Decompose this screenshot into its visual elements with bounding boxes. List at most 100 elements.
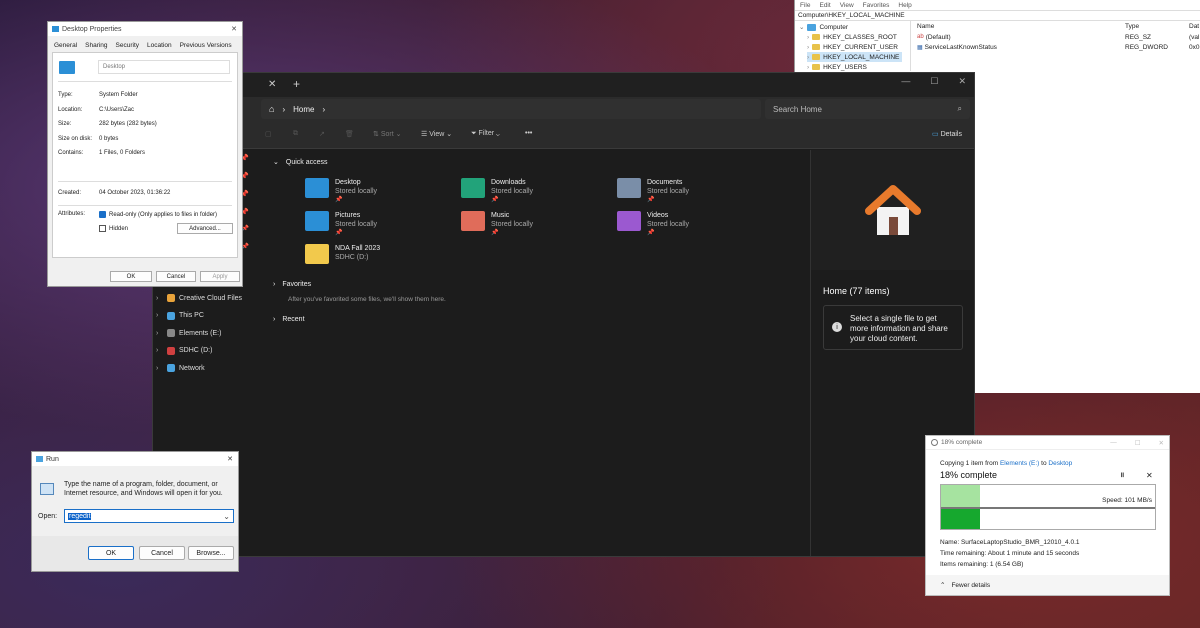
search-box[interactable]: Search Home ⌕ <box>765 99 970 119</box>
cancel-copy-icon[interactable]: ✕ <box>1146 471 1153 480</box>
quick-access-item[interactable]: Downloads Stored locally 📌 <box>461 178 611 205</box>
tab-general[interactable]: General <box>54 42 77 49</box>
menu-view[interactable]: View <box>840 2 854 9</box>
apply-button[interactable]: Apply <box>200 271 240 282</box>
expand-icon[interactable]: › <box>156 347 158 354</box>
expand-icon[interactable]: › <box>807 54 809 61</box>
minimize-icon[interactable]: — <box>901 76 910 87</box>
close-icon[interactable]: ✕ <box>231 25 237 33</box>
value-row[interactable]: ab (Default) <box>917 34 951 41</box>
expand-icon[interactable]: › <box>156 330 158 337</box>
sidebar-item[interactable]: › Creative Cloud Files <box>153 290 255 308</box>
run-icon <box>36 456 43 462</box>
quick-access-item[interactable]: Pictures Stored locally 📌 <box>305 211 455 238</box>
source-link[interactable]: Elements (E:) <box>1000 460 1039 467</box>
destination-link[interactable]: Desktop <box>1048 460 1072 467</box>
value-row[interactable]: ▦ ServiceLastKnownStatus <box>917 44 997 51</box>
tree-hkcr[interactable]: › HKEY_CLASSES_ROOT <box>807 32 897 42</box>
expand-icon[interactable]: › <box>156 295 158 302</box>
recent-header[interactable]: › Recent <box>273 316 305 323</box>
cancel-button[interactable]: Cancel <box>156 271 196 282</box>
maximize-icon[interactable]: ☐ <box>930 76 938 87</box>
cancel-button[interactable]: Cancel <box>139 546 185 560</box>
favorites-header[interactable]: › Favorites <box>273 281 311 288</box>
open-input-value[interactable]: regedit <box>68 512 92 520</box>
readonly-checkbox[interactable]: Read-only (Only applies to files in fold… <box>99 211 217 218</box>
sidebar-item[interactable]: › This PC <box>153 307 255 325</box>
close-icon[interactable]: ✕ <box>227 455 233 463</box>
tab-previous-versions[interactable]: Previous Versions <box>180 42 232 49</box>
ok-button[interactable]: OK <box>88 546 134 560</box>
quick-access-item[interactable]: NDA Fall 2023 SDHC (D:) <box>305 244 455 264</box>
quick-access-item[interactable]: Music Stored locally 📌 <box>461 211 611 238</box>
quick-access-item[interactable]: Desktop Stored locally 📌 <box>305 178 455 205</box>
sidebar-item[interactable]: › Network <box>153 360 255 378</box>
menu-edit[interactable]: Edit <box>819 2 830 9</box>
pin-icon[interactable]: 📌 <box>491 229 533 238</box>
quick-access-item[interactable]: Documents Stored locally 📌 <box>617 178 767 205</box>
menu-favorites[interactable]: Favorites <box>863 2 890 9</box>
minimize-icon[interactable]: — <box>1110 439 1117 447</box>
folder-icon <box>461 178 485 198</box>
tree-computer[interactable]: ⌄ Computer <box>799 22 848 32</box>
col-data[interactable]: Dat <box>1189 23 1199 30</box>
close-icon[interactable]: ✕ <box>1159 439 1164 447</box>
props-titlebar: Desktop Properties ✕ <box>48 22 242 36</box>
col-name[interactable]: Name <box>917 23 934 30</box>
pin-icon[interactable]: 📌 <box>491 196 533 205</box>
copy-icon[interactable]: ⧉ <box>293 130 298 138</box>
tree-hku[interactable]: › HKEY_USERS <box>807 62 867 72</box>
expand-icon[interactable]: › <box>807 44 809 51</box>
pin-icon[interactable]: 📌 <box>335 196 377 205</box>
tab-security[interactable]: Security <box>116 42 139 49</box>
more-options-button[interactable]: ••• <box>525 130 532 137</box>
sidebar-item-label: SDHC (D:) <box>179 347 213 355</box>
pin-icon[interactable]: 📌 <box>335 229 377 238</box>
tree-hklm[interactable]: › HKEY_LOCAL_MACHINE <box>807 52 903 62</box>
open-combobox[interactable]: regedit ⌄ <box>64 509 234 523</box>
filter-button[interactable]: ⏷ Filter ⌄ <box>471 130 500 138</box>
sidebar-item[interactable]: › SDHC (D:) <box>153 342 255 360</box>
menu-file[interactable]: File <box>800 2 810 9</box>
dropdown-icon[interactable]: ⌄ <box>223 512 230 521</box>
tab-location[interactable]: Location <box>147 42 172 49</box>
hidden-checkbox[interactable]: Hidden <box>99 225 128 232</box>
pin-icon[interactable]: 📌 <box>647 229 689 238</box>
pin-icon[interactable]: 📌 <box>647 196 689 205</box>
view-button[interactable]: ☰ View ⌄ <box>421 130 452 138</box>
menu-help[interactable]: Help <box>898 2 911 9</box>
qa-sub: Stored locally <box>647 188 690 195</box>
new-tab-icon[interactable]: + <box>293 77 300 91</box>
address-bar[interactable]: ⌂ › Home › <box>261 99 761 119</box>
value-data: (val <box>1189 34 1200 41</box>
sidebar-item[interactable]: › Elements (E:) <box>153 325 255 343</box>
maximize-icon[interactable]: ☐ <box>1135 439 1141 447</box>
ok-button[interactable]: OK <box>110 271 152 282</box>
tab-sharing[interactable]: Sharing <box>85 42 107 49</box>
share-icon[interactable]: ↗ <box>319 130 325 138</box>
delete-icon[interactable]: 🗑 <box>345 130 354 138</box>
details-pane-button[interactable]: ▭ Details <box>932 130 962 138</box>
browse-button[interactable]: Browse... <box>188 546 234 560</box>
expand-icon[interactable]: › <box>807 64 809 71</box>
pause-icon[interactable]: ॥ <box>1120 471 1124 480</box>
sort-button[interactable]: ⇅ Sort ⌄ <box>373 130 401 138</box>
expand-icon: › <box>273 316 276 323</box>
collapse-icon[interactable]: ⌄ <box>799 23 804 31</box>
col-type[interactable]: Type <box>1125 23 1139 30</box>
fewer-details-toggle[interactable]: ⌃ Fewer details <box>926 575 1169 595</box>
expand-icon[interactable]: › <box>156 312 158 319</box>
expand-icon[interactable]: › <box>807 34 809 41</box>
advanced-button[interactable]: Advanced... <box>177 223 233 234</box>
quick-access-item[interactable]: Videos Stored locally 📌 <box>617 211 767 238</box>
registry-address-bar[interactable]: Computer\HKEY_LOCAL_MACHINE <box>795 10 1200 21</box>
expand-icon[interactable]: › <box>156 365 158 372</box>
breadcrumb-home[interactable]: Home <box>293 105 314 114</box>
close-icon[interactable]: ✕ <box>958 76 966 87</box>
cut-icon[interactable]: ▢ <box>265 130 272 138</box>
tree-hkcu[interactable]: › HKEY_CURRENT_USER <box>807 42 898 52</box>
creative-cloud-icon <box>167 294 175 303</box>
folder-name-field[interactable]: Desktop <box>98 60 230 74</box>
close-tab-icon[interactable]: ✕ <box>268 79 276 90</box>
quick-access-header[interactable]: ⌄ Quick access <box>273 158 328 167</box>
